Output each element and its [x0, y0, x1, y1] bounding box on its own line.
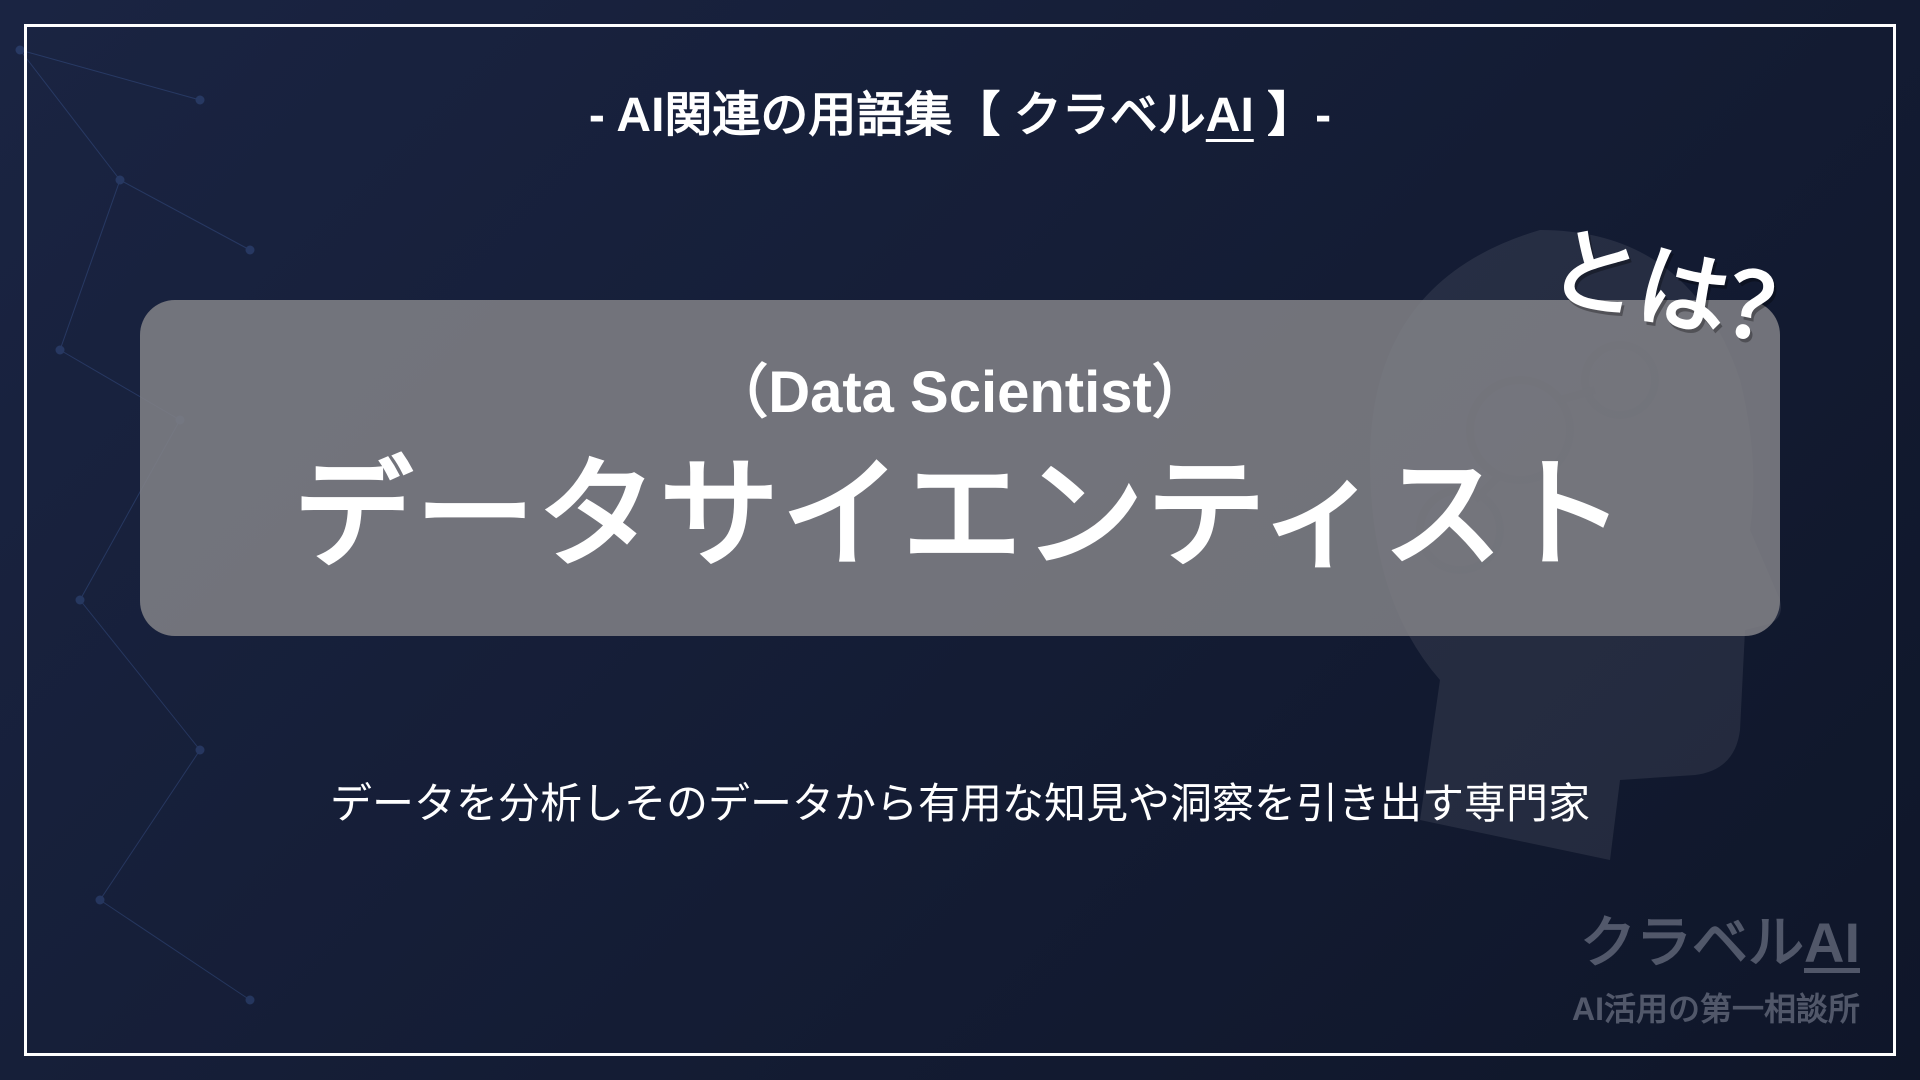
brand-footer: クラベルAI AI活用の第一相談所: [1572, 898, 1860, 1030]
header-ai-text: AI: [1206, 89, 1254, 142]
header-suffix: 】-: [1254, 89, 1331, 142]
header-title: - AI関連の用語集【 クラベルAI 】-: [0, 75, 1920, 145]
term-card: （Data Scientist） データサイエンティスト: [140, 300, 1780, 636]
term-description: データを分析しそのデータから有用な知見や洞察を引き出す専門家: [0, 770, 1920, 831]
brand-name: クラベルAI: [1572, 898, 1860, 979]
term-japanese: データサイエンティスト: [200, 449, 1720, 581]
brand-tagline: AI活用の第一相談所: [1572, 984, 1860, 1030]
term-english: （Data Scientist）: [200, 345, 1720, 429]
header-prefix: - AI関連の用語集【 クラベル: [589, 89, 1206, 142]
